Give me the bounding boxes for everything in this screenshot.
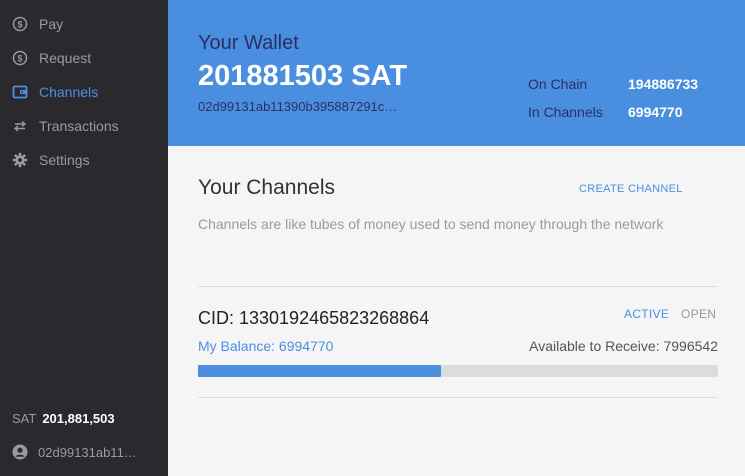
dollar-circle-icon: $ <box>12 16 28 32</box>
sidebar-item-label: Pay <box>39 16 64 32</box>
channel-id: CID: 1330192465823268864 <box>198 308 430 328</box>
svg-text:$: $ <box>17 54 22 64</box>
channels-panel: Your Channels CREATE CHANNEL Channels ar… <box>168 146 745 476</box>
in-channels-label: In Channels <box>528 104 603 120</box>
on-chain-label: On Chain <box>528 76 588 92</box>
status-open-badge: OPEN <box>681 307 717 321</box>
channels-description: Channels are like tubes of money used to… <box>198 216 664 232</box>
divider <box>198 286 718 287</box>
wallet-title: Your Wallet <box>198 32 299 54</box>
divider <box>198 397 718 398</box>
sidebar: $ Pay $ Request Channels Transactions Se… <box>0 0 168 476</box>
balance-progress-fill <box>198 365 441 377</box>
sidebar-item-transactions[interactable]: Transactions <box>12 115 119 137</box>
swap-arrows-icon <box>12 118 28 134</box>
status-active-badge: ACTIVE <box>624 307 670 321</box>
on-chain-row: On Chain 194886733 <box>528 70 698 98</box>
wallet-amount: 201881503 SAT <box>198 60 408 92</box>
in-channels-value: 6994770 <box>628 104 683 120</box>
sidebar-item-label: Request <box>39 50 92 66</box>
in-channels-row: In Channels 6994770 <box>528 98 698 126</box>
sidebar-item-label: Transactions <box>39 118 119 134</box>
pubkey-text: 02d99131ab11… <box>38 444 137 460</box>
balance-breakdown: On Chain 194886733 In Channels 6994770 <box>528 70 698 126</box>
available-to-receive: Available to Receive: 7996542 <box>529 338 718 354</box>
dollar-circle-icon: $ <box>12 50 28 66</box>
sidebar-item-label: Settings <box>39 152 90 168</box>
create-channel-button[interactable]: CREATE CHANNEL <box>579 183 683 195</box>
balance-progress-bar <box>198 365 718 377</box>
sidebar-balance: SAT 201,881,503 <box>12 411 115 426</box>
balance-amount: 201,881,503 <box>42 411 115 426</box>
wallet-header: Your Wallet 201881503 SAT 02d99131ab1139… <box>168 0 745 146</box>
sidebar-item-settings[interactable]: Settings <box>12 149 90 171</box>
page-title: Your Channels <box>198 176 335 199</box>
wallet-pubkey[interactable]: 02d99131ab11390b395887291c… <box>198 99 397 114</box>
svg-text:$: $ <box>17 20 22 30</box>
sidebar-item-channels[interactable]: Channels <box>12 81 98 103</box>
my-balance: My Balance: 6994770 <box>198 338 334 354</box>
sidebar-item-pay[interactable]: $ Pay <box>12 13 63 35</box>
user-avatar-icon <box>12 444 28 460</box>
sidebar-pubkey[interactable]: 02d99131ab11… <box>12 444 137 460</box>
sidebar-item-label: Channels <box>39 84 99 100</box>
wallet-icon <box>12 84 28 100</box>
gear-icon <box>12 152 28 168</box>
sidebar-item-request[interactable]: $ Request <box>12 47 91 69</box>
balance-unit: SAT <box>12 411 37 426</box>
on-chain-value: 194886733 <box>628 76 699 92</box>
